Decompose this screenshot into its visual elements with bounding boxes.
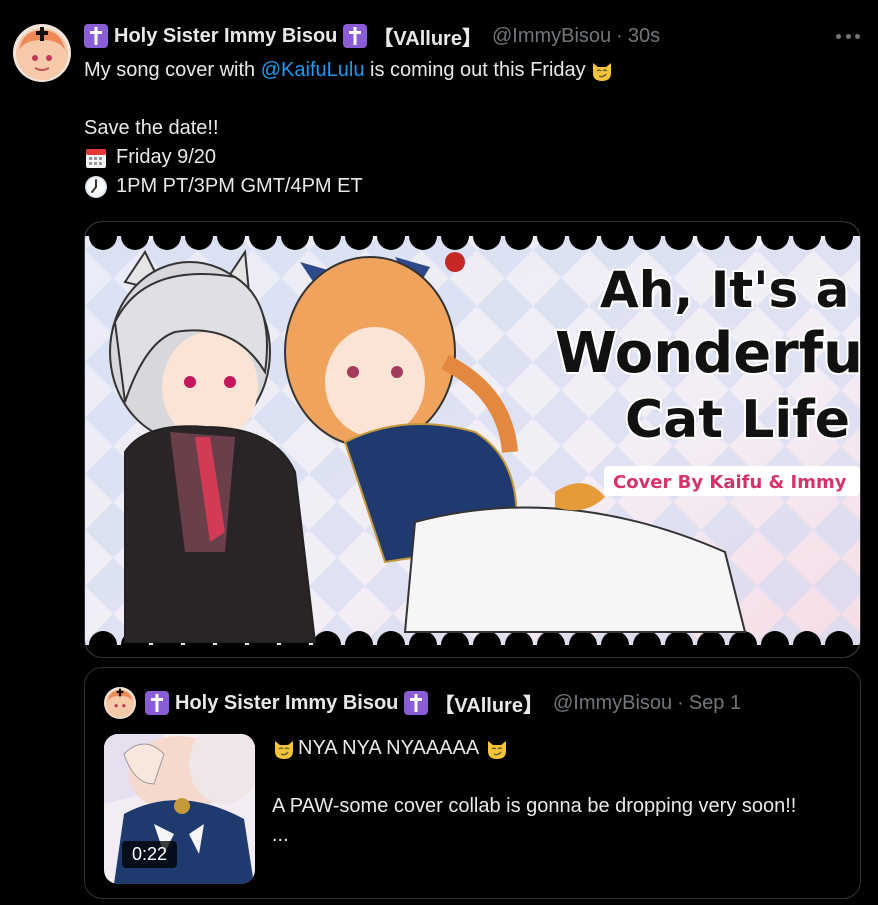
quoted-display-name: Holy Sister Immy Bisou xyxy=(175,691,399,714)
tweet-image[interactable]: Ah, It's a Wonderful Cat Life Cover By K… xyxy=(84,221,861,658)
event-date: Friday 9/20 xyxy=(116,146,217,168)
latin-cross-icon xyxy=(404,691,429,715)
tweet-header: Holy Sister Immy Bisou 【VAllure】 @ImmyBi… xyxy=(84,22,660,50)
latin-cross-icon xyxy=(343,24,368,48)
latin-cross-icon xyxy=(145,691,169,715)
title-line-1: Ah, It's a xyxy=(600,261,849,319)
quoted-affiliation: 【VAllure】 xyxy=(434,694,543,717)
more-icon[interactable] xyxy=(836,26,860,46)
user-handle[interactable]: @ImmyBisou xyxy=(492,25,611,48)
clock-icon xyxy=(85,175,107,198)
quoted-handle: @ImmyBisou xyxy=(552,691,673,714)
quoted-video-thumbnail[interactable]: 0:22 xyxy=(104,734,255,884)
quoted-avatar[interactable] xyxy=(104,687,136,719)
smirk-cat-icon xyxy=(275,740,293,759)
quoted-text: NYA NYA NYAAAAA A PAW-some cover collab … xyxy=(272,734,832,850)
separator-dot: · xyxy=(616,24,623,47)
display-name[interactable]: Holy Sister Immy Bisou xyxy=(114,25,337,48)
mention-link[interactable]: @KaifuLulu xyxy=(261,56,365,85)
tweet-text: My song cover with @KaifuLulu is coming … xyxy=(84,56,622,201)
quoted-date: Sep 1 xyxy=(688,691,742,714)
quoted-line-3: ... xyxy=(272,824,289,846)
quoted-tweet[interactable]: Holy Sister Immy Bisou 【VAllure】 @ImmyBi… xyxy=(84,667,861,899)
quoted-line-1: NYA NYA NYAAAAA xyxy=(298,737,480,759)
smirk-cat-icon xyxy=(592,62,611,81)
save-the-date: Save the date!! xyxy=(84,117,219,139)
tweet-text-part: My song cover with xyxy=(84,59,261,81)
tweet-text-part: is coming out this Friday xyxy=(364,59,586,81)
video-duration: 0:22 xyxy=(122,841,178,868)
affiliation[interactable]: 【VAllure】 xyxy=(373,22,482,51)
calendar-icon xyxy=(86,148,106,168)
quoted-header: Holy Sister Immy Bisou 【VAllure】 @ImmyBi… xyxy=(145,689,741,717)
title-line-3: Cat Life xyxy=(625,390,850,450)
timestamp[interactable]: 30s xyxy=(628,25,660,48)
avatar[interactable] xyxy=(13,24,71,82)
smirk-cat-icon xyxy=(488,740,507,759)
title-line-2: Wonderful xyxy=(555,321,861,386)
event-time: 1PM PT/3PM GMT/4PM ET xyxy=(116,175,363,197)
quoted-line-2: A PAW-some cover collab is gonna be drop… xyxy=(272,795,797,817)
separator-dot: · xyxy=(677,691,684,714)
cover-subtitle: Cover By Kaifu & Immy xyxy=(613,472,847,493)
latin-cross-icon xyxy=(84,24,108,48)
